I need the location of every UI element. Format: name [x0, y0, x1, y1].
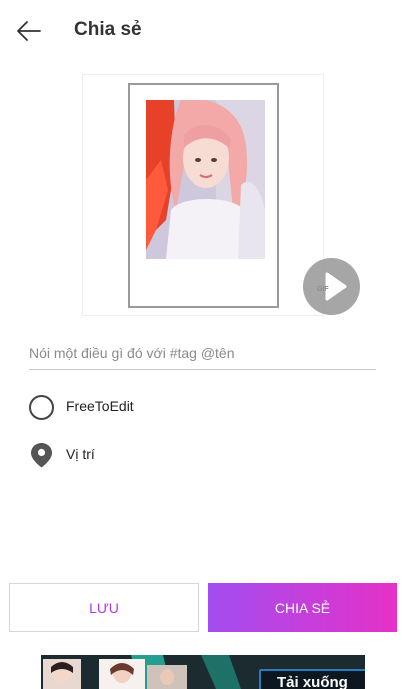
arrow-left-icon [17, 21, 41, 41]
ad-banner[interactable]: Tải xuống [41, 655, 365, 689]
ad-download-button[interactable]: Tải xuống [259, 669, 365, 689]
media-preview: GIF [82, 74, 360, 316]
freetoedit-option[interactable]: FreeToEdit [29, 394, 134, 420]
back-button[interactable] [14, 18, 44, 44]
gif-play-button[interactable]: GIF [303, 258, 360, 315]
location-label: Vị trí [66, 446, 95, 462]
polaroid-frame: GIF [128, 83, 360, 315]
save-button[interactable]: LƯU [9, 583, 199, 632]
location-pin-icon [31, 443, 52, 468]
header: Chia sẻ [0, 0, 406, 60]
gif-badge: GIF [317, 286, 329, 293]
preview-photo [146, 100, 265, 259]
freetoedit-label: FreeToEdit [66, 398, 134, 414]
page-title: Chia sẻ [74, 19, 142, 40]
play-icon: GIF [317, 272, 347, 301]
location-option[interactable]: Vị trí [29, 442, 95, 468]
share-button[interactable]: CHIA SẺ [208, 583, 397, 632]
caption-input[interactable] [29, 336, 376, 370]
radio-circle-icon[interactable] [29, 394, 54, 420]
